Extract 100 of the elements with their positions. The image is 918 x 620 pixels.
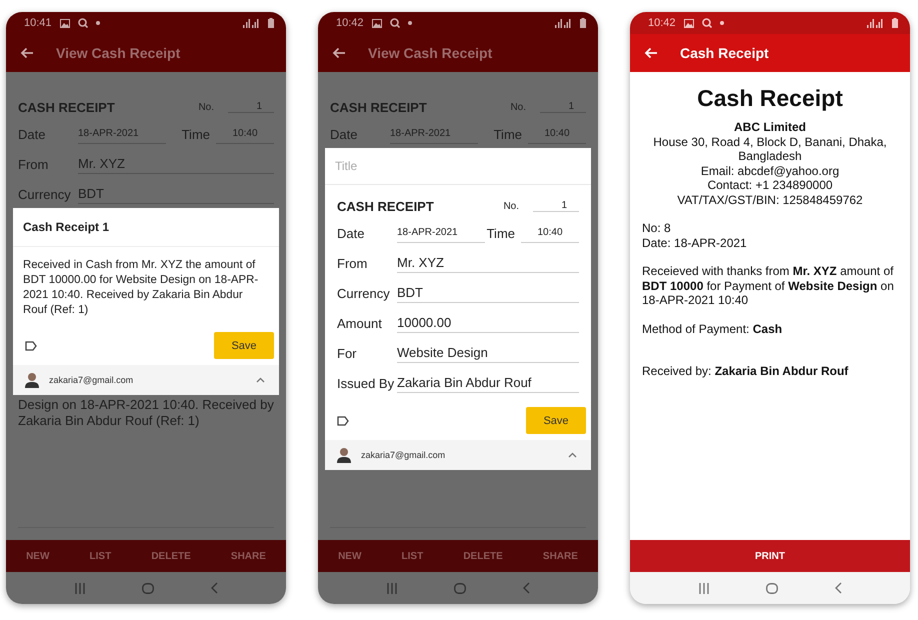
- time-field[interactable]: 10:40: [521, 227, 579, 243]
- field-label: Time: [494, 127, 522, 144]
- home-icon[interactable]: [454, 582, 466, 594]
- field-label: Date: [337, 226, 366, 243]
- gallery-icon: [684, 18, 694, 28]
- dialog-message: Received in Cash from Mr. XYZ the amount of BDT 10000.00 for Website Design on 18-APR-2021 10:40. Received by Zakaria Bin Abdur Rouf (Ref: 1): [22, 258, 260, 318]
- chevron-up-icon[interactable]: [256, 377, 265, 383]
- avatar-icon: [25, 372, 39, 388]
- field-label: Date: [18, 127, 46, 144]
- account-email: zakaria7@gmail.com: [49, 375, 134, 385]
- company-name: ABC Limited: [733, 120, 807, 134]
- date-field[interactable]: 18-APR-2021: [78, 128, 166, 144]
- form-heading: CASH RECEIPT: [337, 198, 434, 214]
- input-field[interactable]: BDT: [397, 285, 579, 303]
- label-icon[interactable]: [25, 340, 37, 350]
- action-button[interactable]: LIST: [402, 550, 424, 562]
- back-arrow-icon[interactable]: [332, 47, 346, 59]
- signal-icon: [866, 18, 884, 28]
- field-label: Amount: [337, 316, 383, 333]
- number-field[interactable]: 1: [228, 101, 274, 113]
- field-label: Time: [182, 127, 210, 144]
- account-row[interactable]: zakaria7@gmail.com: [13, 365, 279, 395]
- notification-dot-icon: [720, 21, 724, 25]
- input-field[interactable]: Website Design: [397, 345, 579, 363]
- back-arrow-icon[interactable]: [20, 47, 34, 59]
- status-time: 10:41: [24, 17, 52, 29]
- home-icon[interactable]: [766, 582, 778, 594]
- company-detail: VAT/TAX/GST/BIN: 125848459762: [676, 192, 864, 207]
- payment-method: Method of Payment: Cash: [642, 322, 784, 336]
- signal-icon: [554, 18, 572, 28]
- gallery-icon: [372, 18, 382, 28]
- avatar-icon: [337, 447, 351, 463]
- notification-dot-icon: [408, 21, 412, 25]
- gallery-icon: [60, 18, 70, 28]
- field-label: Currency: [18, 187, 72, 204]
- field-label: No.: [510, 102, 526, 112]
- back-icon[interactable]: [834, 582, 842, 594]
- field-label: Currency: [337, 286, 391, 303]
- received-by: Received by: Zakaria Bin Abdur Rouf: [642, 364, 850, 378]
- input-field[interactable]: BDT: [78, 186, 274, 204]
- signal-icon: [242, 18, 260, 28]
- battery-icon: [580, 18, 586, 28]
- action-button[interactable]: NEW: [338, 550, 362, 562]
- number-field[interactable]: 1: [540, 101, 586, 113]
- input-field[interactable]: Mr. XYZ: [78, 156, 274, 174]
- time-field[interactable]: 10:40: [216, 128, 274, 144]
- input-field[interactable]: 10000.00: [397, 315, 579, 333]
- action-button[interactable]: LIST: [90, 550, 112, 562]
- account-row[interactable]: zakaria7@gmail.com: [325, 440, 591, 470]
- form-heading: CASH RECEIPT: [330, 100, 427, 114]
- action-button[interactable]: SHARE: [230, 550, 266, 562]
- battery-icon: [268, 18, 274, 28]
- label-icon[interactable]: [337, 416, 349, 426]
- action-button[interactable]: NEW: [26, 550, 50, 562]
- company-detail: Email: abcdef@yahoo.org: [700, 164, 840, 178]
- time-field[interactable]: 10:40: [528, 128, 586, 144]
- screen-title: View Cash Receipt: [368, 45, 492, 61]
- account-email: zakaria7@gmail.com: [361, 450, 446, 460]
- recent-apps-icon[interactable]: [74, 582, 86, 594]
- back-icon[interactable]: [210, 582, 218, 594]
- field-label: From: [337, 256, 368, 273]
- recent-apps-icon[interactable]: [698, 582, 710, 594]
- date-field[interactable]: 18-APR-2021: [390, 128, 478, 144]
- field-label: No.: [198, 102, 214, 112]
- save-button[interactable]: Save: [214, 332, 274, 359]
- input-field[interactable]: Mr. XYZ: [397, 255, 579, 273]
- date-field[interactable]: 18-APR-2021: [397, 227, 485, 243]
- action-button[interactable]: DELETE: [463, 550, 503, 562]
- receipt-title: Cash Receipt: [696, 84, 844, 112]
- field-label: Issued By: [337, 376, 396, 393]
- number-field[interactable]: 1: [533, 200, 579, 212]
- action-button[interactable]: DELETE: [151, 550, 191, 562]
- field-label: Date: [330, 127, 358, 144]
- field-label: For: [337, 346, 358, 363]
- receipt-date: Date: 18-APR-2021: [642, 236, 748, 250]
- save-button[interactable]: Save: [526, 407, 586, 434]
- receipt-statement: Receieved with thanks from Mr. XYZ amount of BDT 10000 for Payment of Website Design on 18-APR-2021 10:40: [642, 264, 895, 308]
- receipt-message: Design on 18-APR-2021 10:40. Received by Zakaria Bin Abdur Rouf (Ref: 1): [17, 396, 275, 430]
- notification-dot-icon: [96, 21, 100, 25]
- recent-apps-icon[interactable]: [386, 582, 398, 594]
- action-button[interactable]: SHARE: [542, 550, 578, 562]
- magnifier-icon: [390, 18, 400, 28]
- home-icon[interactable]: [142, 582, 154, 594]
- form-heading: CASH RECEIPT: [18, 100, 115, 114]
- status-time: 10:42: [648, 17, 676, 29]
- company-detail: Contact: +1 234890000: [706, 178, 834, 192]
- battery-icon: [892, 18, 898, 28]
- field-label: From: [18, 157, 50, 174]
- status-time: 10:42: [336, 17, 364, 29]
- receipt-number: No: 8: [642, 221, 672, 236]
- magnifier-icon: [78, 18, 88, 28]
- field-label: No.: [503, 200, 519, 212]
- chevron-up-icon[interactable]: [568, 452, 577, 458]
- print-button[interactable]: PRINT: [755, 550, 785, 562]
- back-icon[interactable]: [522, 582, 530, 594]
- magnifier-icon: [702, 18, 712, 28]
- title-field[interactable]: Title: [325, 148, 591, 185]
- field-label: Time: [486, 226, 515, 243]
- screen-title: View Cash Receipt: [56, 45, 180, 61]
- input-field[interactable]: Zakaria Bin Abdur Rouf: [397, 375, 579, 393]
